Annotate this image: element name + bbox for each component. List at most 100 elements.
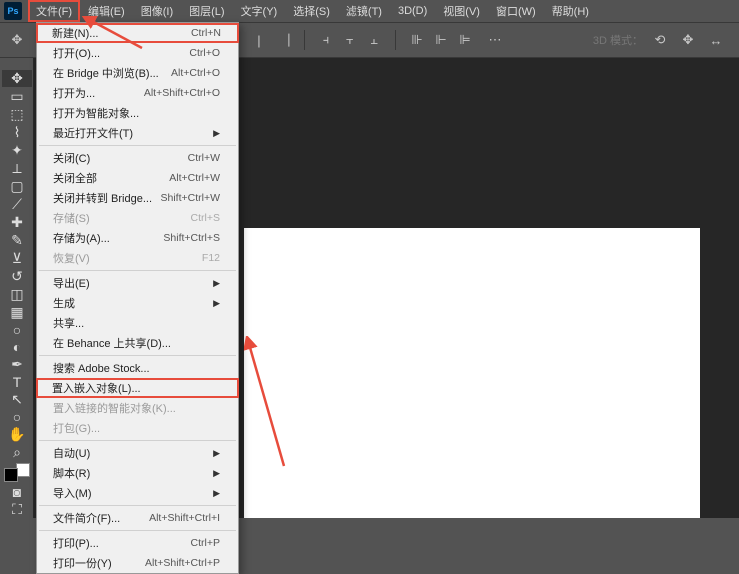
menu-item-shortcut: Alt+Ctrl+W [169,172,220,184]
menu-item-label: 恢复(V) [53,250,90,266]
tool-quickmask[interactable]: ◙ [2,484,32,500]
tool-pen[interactable]: ✒ [2,356,32,373]
menu-dd[interactable]: 3D(D) [390,2,435,20]
align-hcenter-icon[interactable]: | [248,29,270,51]
tool-brush[interactable]: ✎ [2,232,32,249]
menubar: 文件(F)编辑(E)图像(I)图层(L)文字(Y)选择(S)滤镜(T)3D(D)… [0,0,739,22]
tool-stamp[interactable]: ⊻ [2,250,32,267]
dist-2-icon[interactable]: ⫟ [339,29,361,51]
tool-hand[interactable]: ✋ [2,426,32,443]
color-swatches[interactable] [2,466,32,479]
menu-item-label: 文件简介(F)... [53,510,120,526]
menu-item-shortcut: Shift+Ctrl+W [160,192,220,204]
menu-h[interactable]: 帮助(H) [544,0,597,22]
menu-item-shortcut: Ctrl+N [191,27,221,39]
menu-item-label: 最近打开文件(T) [53,125,133,141]
menu-item[interactable]: 关闭并转到 Bridge...Shift+Ctrl+W [37,188,238,208]
menu-item[interactable]: 文件简介(F)...Alt+Shift+Ctrl+I [37,508,238,528]
dist-1-icon[interactable]: ⫞ [315,29,337,51]
tool-blur[interactable]: ○ [2,322,32,338]
menu-item-shortcut: Alt+Ctrl+O [171,67,220,79]
menu-item[interactable]: 共享... [37,313,238,333]
tool-gradient[interactable]: ▦ [2,304,32,321]
tool-crop[interactable]: ⟂ [2,160,32,177]
menu-item[interactable]: 自动(U)▶ [37,443,238,463]
menu-item[interactable]: 在 Behance 上共享(D)... [37,333,238,353]
menu-t[interactable]: 滤镜(T) [338,0,390,22]
menu-item[interactable]: 生成▶ [37,293,238,313]
fg-color-swatch[interactable] [4,468,18,482]
menu-item[interactable]: 打开为智能对象... [37,103,238,123]
dist-3-icon[interactable]: ⫠ [363,29,385,51]
mode-3d-label: 3D 模式： [593,32,643,48]
menu-item[interactable]: 置入嵌入对象(L)... [36,378,239,398]
menu-item[interactable]: 打印(P)...Ctrl+P [37,533,238,553]
tool-marquee[interactable]: ⬚ [2,106,32,123]
menu-i[interactable]: 图像(I) [133,0,181,22]
tool-move[interactable]: ✥ [2,70,32,87]
align-right-icon[interactable]: ⎹ [272,29,294,51]
menu-item-label: 打包(G)... [53,420,100,436]
tool-shape[interactable]: ○ [2,409,32,425]
menu-item-label: 在 Behance 上共享(D)... [53,335,171,351]
menu-item[interactable]: 新建(N)... Ctrl+N [36,23,239,43]
submenu-arrow-icon: ▶ [213,488,220,499]
menu-item-shortcut: Alt+Shift+Ctrl+P [145,557,220,569]
menu-item-label: 导入(M) [53,485,92,501]
menu-item-label: 关闭全部 [53,170,97,186]
menu-e[interactable]: 编辑(E) [80,0,133,22]
tool-zoom[interactable]: ⌕ [2,444,32,461]
file-menu-dropdown: 新建(N)... Ctrl+N 打开(O)...Ctrl+O在 Bridge 中浏览… [36,22,239,574]
tool-path[interactable]: ↖ [2,391,32,408]
menu-item[interactable]: 关闭全部 Alt+Ctrl+W [37,168,238,188]
menu-item[interactable]: 存储为(A)...Shift+Ctrl+S [37,228,238,248]
dist-6-icon[interactable]: ⊫ [454,29,476,51]
menu-item-label: 新建(N)... [52,25,98,41]
mode-3d-group: 3D 模式： ⟲ ✥ ↔ [593,29,727,51]
distribute-h-group: ⊪ ⊩ ⊫ [406,29,476,51]
tool-artboard[interactable]: ▭ [2,88,32,105]
menu-item[interactable]: 打印一份(Y)Alt+Shift+Ctrl+P [37,553,238,573]
menu-y[interactable]: 文字(Y) [233,0,286,22]
menu-item[interactable]: 最近打开文件(T)▶ [37,123,238,143]
tool-heal[interactable]: ✚ [2,214,32,231]
menu-separator [39,355,236,356]
submenu-arrow-icon: ▶ [213,278,220,289]
dist-4-icon[interactable]: ⊪ [406,29,428,51]
menu-item[interactable]: 导入(M) ▶ [37,483,238,503]
menu-item-label: 打开(O)... [53,45,100,61]
tool-history[interactable]: ↺ [2,268,32,285]
tool-lasso[interactable]: ⌇ [2,124,32,141]
tool-eyedrop[interactable]: ⟋ [2,196,32,213]
dist-5-icon[interactable]: ⊩ [430,29,452,51]
menu-item[interactable]: 搜索 Adobe Stock... [37,358,238,378]
tool-dodge[interactable]: ◐ [2,339,32,355]
menu-separator [39,270,236,271]
menu-l[interactable]: 图层(L) [181,0,232,22]
tool-frame[interactable]: ▢ [2,178,32,195]
menu-item[interactable]: 打开为...Alt+Shift+Ctrl+O [37,83,238,103]
canvas[interactable] [244,228,700,518]
move-tool-icon[interactable]: ✥ [6,29,28,51]
more-icon[interactable]: ⋯ [484,29,506,51]
menu-v[interactable]: 视图(V) [435,0,488,22]
submenu-arrow-icon: ▶ [213,298,220,309]
menu-item[interactable]: 在 Bridge 中浏览(B)...Alt+Ctrl+O [37,63,238,83]
pan-icon[interactable]: ✥ [677,29,699,51]
menu-item[interactable]: 关闭(C)Ctrl+W [37,148,238,168]
tool-type[interactable]: T [2,374,32,390]
menu-w[interactable]: 窗口(W) [488,0,544,22]
menu-s[interactable]: 选择(S) [285,0,338,22]
menu-f[interactable]: 文件(F) [28,0,80,22]
menu-item[interactable]: 打开(O)...Ctrl+O [37,43,238,63]
menu-item[interactable]: 脚本(R)▶ [37,463,238,483]
slide-icon[interactable]: ↔ [705,29,727,51]
menu-item[interactable]: 导出(E)▶ [37,273,238,293]
orbit-icon[interactable]: ⟲ [649,29,671,51]
distribute-group: ⫞ ⫟ ⫠ [315,29,385,51]
ps-app-icon: Ps [4,2,22,20]
tool-screenmode[interactable]: ⛶ [2,501,32,518]
bg-color-swatch[interactable] [16,463,30,477]
tool-eraser[interactable]: ◫ [2,286,32,303]
tool-wand[interactable]: ✦ [2,142,32,159]
